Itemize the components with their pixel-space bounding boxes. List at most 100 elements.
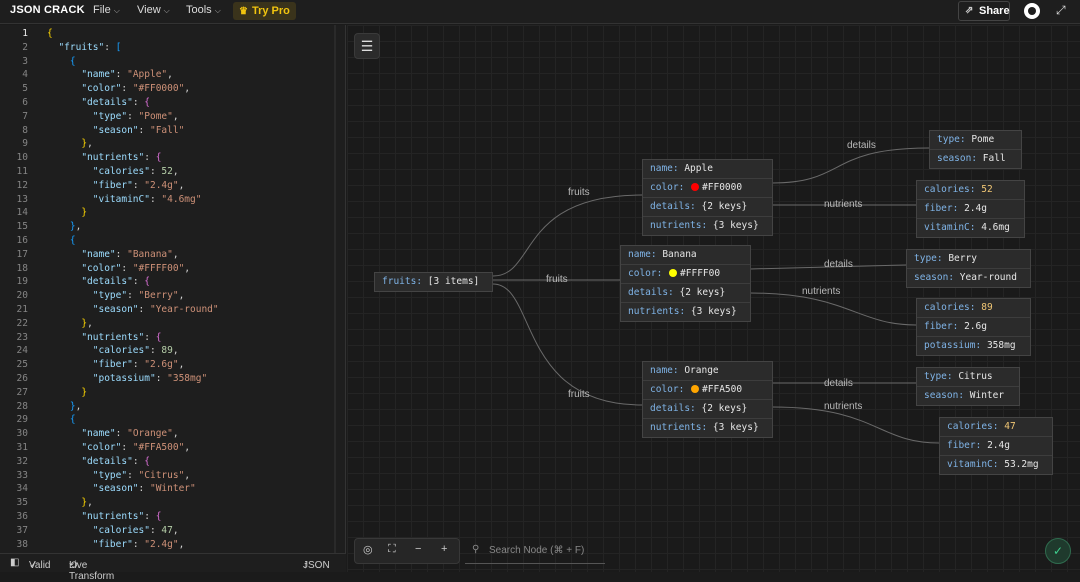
view-menu[interactable]: View ⌵ — [137, 4, 170, 16]
item-node-banana[interactable]: name: Banana color: #FFFF00 details: {2 … — [620, 245, 751, 322]
focus-icon[interactable]: ◎ — [363, 543, 373, 556]
code-line[interactable]: { — [47, 413, 76, 427]
node-value: 2.6g — [964, 321, 987, 332]
node-row-color: color: #FF0000 — [643, 179, 772, 198]
details-node-apple[interactable]: type: Pome season: Fall — [929, 130, 1022, 169]
node-row-color: color: #FFA500 — [643, 381, 772, 400]
share-button[interactable]: ⇗ Share — [958, 1, 1010, 21]
code-line[interactable]: "season": "Fall" — [47, 124, 185, 138]
code-line[interactable]: "type": "Citrus", — [47, 469, 190, 483]
line-number: 9 — [22, 138, 28, 150]
shield-check-icon[interactable]: ✓ — [1045, 538, 1071, 564]
code-line[interactable]: }, — [47, 220, 81, 234]
code-line[interactable]: "type": "Berry", — [47, 289, 185, 303]
code-line[interactable]: }, — [47, 496, 92, 510]
node-key: calories — [924, 184, 970, 195]
code-line[interactable]: "calories": 52, — [47, 165, 179, 179]
details-node-orange[interactable]: type: Citrus season: Winter — [916, 367, 1020, 406]
editor-scrollbar[interactable] — [334, 25, 336, 553]
zoom-out-icon[interactable]: − — [415, 543, 421, 555]
code-line[interactable]: } — [47, 206, 87, 220]
code-line[interactable]: "name": "Apple", — [47, 68, 173, 82]
code-line[interactable]: "calories": 47, — [47, 524, 179, 538]
edge-label: nutrients — [824, 199, 863, 210]
code-line[interactable]: "fiber": "2.6g", — [47, 358, 185, 372]
file-menu[interactable]: File ⌵ — [93, 4, 120, 16]
nutrients-node-orange[interactable]: calories: 47 fiber: 2.4g vitaminC: 53.2m… — [939, 417, 1053, 475]
code-line[interactable]: "name": "Banana", — [47, 248, 178, 262]
file-menu-label: File — [93, 4, 111, 16]
sidebar-toggle-icon[interactable]: ◧ — [10, 557, 19, 568]
app-logo[interactable]: JSON CRACK — [10, 4, 85, 16]
node-key: fiber — [947, 440, 976, 451]
node-row-name: name: Apple — [643, 160, 772, 179]
code-line[interactable]: { — [47, 27, 53, 41]
code-line[interactable]: "color": "#FFFF00", — [47, 262, 190, 276]
node-value: Citrus — [958, 371, 993, 382]
node-key: fiber — [924, 321, 953, 332]
node-row-type: type: Pome — [930, 131, 1021, 150]
code-line[interactable]: }, — [47, 317, 92, 331]
code-line[interactable]: { — [47, 234, 76, 248]
code-line[interactable]: "nutrients": { — [47, 510, 161, 524]
live-transform-label: Live Transform — [69, 560, 115, 582]
code-editor[interactable]: 1 2 3 4 5 6 7 8 9 10 11 12 13 14 15 16 17 18 19 20 21 22 23 24 2… — [0, 25, 346, 553]
line-number: 8 — [22, 124, 28, 136]
crown-icon: ♛ — [239, 6, 248, 17]
line-number: 36 — [16, 511, 28, 522]
code-line[interactable]: "vitaminC": "4.6mg" — [47, 193, 202, 207]
line-number: 29 — [16, 414, 28, 426]
details-node-banana[interactable]: type: Berry season: Year-round — [906, 249, 1031, 288]
search-node-input[interactable]: ⚲ Search Node (⌘ + F) — [465, 538, 605, 564]
tools-menu[interactable]: Tools ⌵ — [186, 4, 221, 16]
node-row-nutrients: nutrients: {3 keys} — [628, 306, 737, 317]
nutrients-node-apple[interactable]: calories: 52 fiber: 2.4g vitaminC: 4.6mg — [916, 180, 1025, 238]
code-line[interactable]: "details": { — [47, 455, 150, 469]
edge-label: details — [824, 378, 853, 389]
code-line[interactable]: "fruits": [ — [47, 41, 121, 55]
fit-view-icon[interactable]: ⛶ — [388, 543, 396, 556]
code-line[interactable]: "color": "#FF0000", — [47, 82, 190, 96]
code-line[interactable]: "type": "Pome", — [47, 110, 179, 124]
node-row: potassium: 358mg — [924, 340, 1016, 351]
line-number: 6 — [22, 97, 28, 108]
code-line[interactable]: "fiber": "2.4g", — [47, 538, 185, 552]
root-node-fruits[interactable]: fruits: [3 items] — [374, 272, 493, 292]
item-node-apple[interactable]: name: Apple color: #FF0000 details: {2 k… — [642, 159, 773, 236]
chevron-down-icon: ⌵ — [113, 6, 120, 15]
code-line[interactable]: "details": { — [47, 275, 150, 289]
code-line[interactable]: "potassium": "358mg" — [47, 372, 207, 386]
code-line[interactable]: "nutrients": { — [47, 331, 161, 345]
code-line[interactable]: { — [47, 55, 76, 69]
node-row: calories: 47 — [940, 418, 1052, 437]
code-line[interactable]: "details": { — [47, 96, 150, 110]
line-number: 18 — [16, 262, 28, 274]
try-pro-button[interactable]: ♛ Try Pro — [233, 2, 296, 20]
code-line[interactable]: "color": "#FFA500", — [47, 441, 190, 455]
node-key: vitaminC — [924, 222, 970, 233]
code-line[interactable]: "calories": 89, — [47, 344, 179, 358]
code-line[interactable]: "season": "Year-round" — [47, 303, 219, 317]
code-line[interactable]: }, — [47, 137, 92, 151]
item-node-orange[interactable]: name: Orange color: #FFA500 details: {2 … — [642, 361, 773, 438]
node-key: fiber — [924, 203, 953, 214]
tools-menu-label: Tools — [186, 4, 212, 16]
fullscreen-icon[interactable]: ⤢ — [1056, 3, 1066, 18]
graph-canvas[interactable]: ☰ fruits fruits fruits details nutrients… — [347, 25, 1080, 572]
node-value: {2 keys} — [701, 201, 748, 212]
search-placeholder: Search Node (⌘ + F) — [489, 545, 585, 556]
code-line[interactable]: "season": "Winter" — [47, 482, 196, 496]
github-icon[interactable] — [1024, 3, 1040, 19]
code-line[interactable]: "nutrients": { — [47, 151, 161, 165]
color-swatch — [691, 385, 700, 393]
nutrients-node-banana[interactable]: calories: 89 fiber: 2.6g potassium: 358m… — [916, 298, 1031, 356]
zoom-in-icon[interactable]: + — [441, 543, 447, 555]
code-line[interactable]: "name": "Orange", — [47, 427, 178, 441]
color-swatch — [691, 183, 700, 191]
code-line[interactable]: "fiber": "2.4g", — [47, 179, 185, 193]
code-line[interactable]: }, — [47, 400, 81, 414]
code-line[interactable]: } — [47, 386, 87, 400]
node-value: 358mg — [986, 340, 1016, 351]
node-row-details: details: {2 keys} — [621, 284, 750, 303]
hamburger-icon[interactable]: ☰ — [354, 33, 380, 59]
